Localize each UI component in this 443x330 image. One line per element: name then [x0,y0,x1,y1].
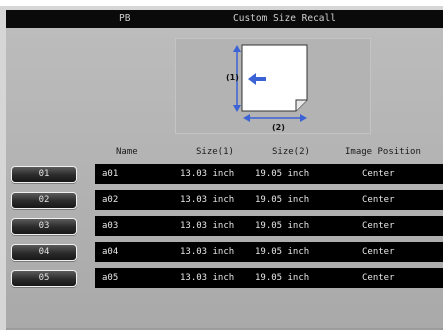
recall-button-05[interactable]: 05 [11,270,77,287]
top-frame [0,0,443,6]
row-image-position: Center [362,247,395,257]
paper-diagram-graphic [233,44,308,122]
row-image-position: Center [362,221,395,231]
page-title: Custom Size Recall [233,13,336,24]
row-name: a03 [102,221,119,231]
table-row[interactable]: a01 13.03 inch 19.05 inch Center [95,164,443,184]
row-size1: 13.03 inch [180,247,235,257]
row-size2: 19.05 inch [255,221,310,231]
row-image-position: Center [362,273,395,283]
dimension-2-label: (2) [272,123,285,132]
recall-button-03[interactable]: 03 [11,218,77,235]
table-row[interactable]: a02 13.03 inch 19.05 inch Center [95,190,443,210]
row-image-position: Center [362,195,395,205]
table-row[interactable]: a03 13.03 inch 19.05 inch Center [95,216,443,236]
dimension-1-label: (1) [226,73,239,82]
dimension-2-arrow-left [243,114,250,122]
row-size2: 19.05 inch [255,195,310,205]
recall-button-04[interactable]: 04 [11,244,77,261]
column-header-size2: Size(2) [272,147,310,157]
column-header-image-position: Image Position [345,147,421,157]
row-size2: 19.05 inch [255,169,310,179]
paper-size-diagram: (1) (2) [175,38,371,134]
row-size1: 13.03 inch [180,221,235,231]
row-size2: 19.05 inch [255,273,310,283]
row-size2: 19.05 inch [255,247,310,257]
dimension-1-arrow-bottom [233,105,241,112]
column-header-name: Name [116,147,138,157]
row-name: a04 [102,247,119,257]
dimension-2-arrow-right [300,114,307,122]
row-size1: 13.03 inch [180,273,235,283]
row-name: a05 [102,273,119,283]
recall-button-02[interactable]: 02 [11,192,77,209]
row-size1: 13.03 inch [180,169,235,179]
dimension-1-arrow-top [233,45,241,52]
table-row[interactable]: a04 13.03 inch 19.05 inch Center [95,242,443,262]
title-bar: PB Custom Size Recall [6,10,443,28]
row-name: a02 [102,195,119,205]
row-size1: 13.03 inch [180,195,235,205]
table-row[interactable]: a05 13.03 inch 19.05 inch Center [95,268,443,288]
row-name: a01 [102,169,119,179]
mode-label: PB [119,13,131,24]
recall-button-01[interactable]: 01 [11,166,77,183]
row-image-position: Center [362,169,395,179]
column-header-size1: Size(1) [196,147,234,157]
